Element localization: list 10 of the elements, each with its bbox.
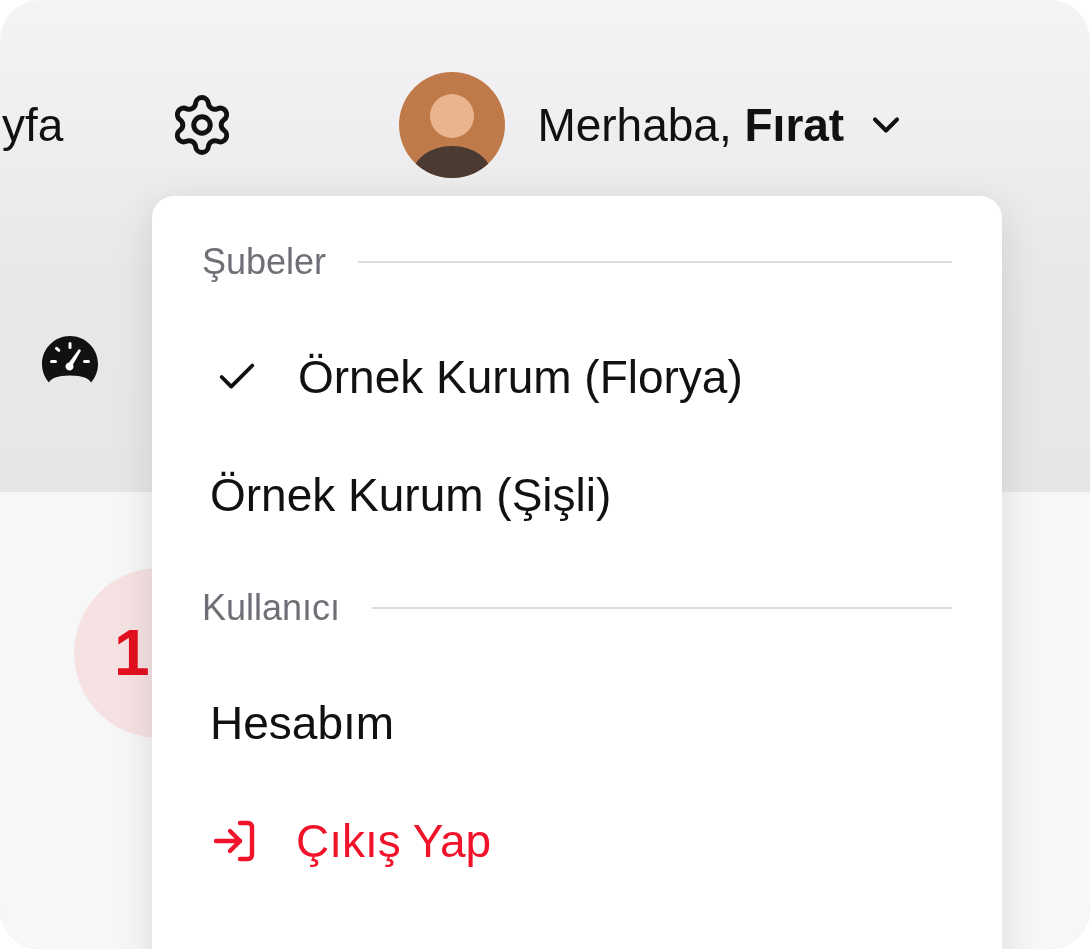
greeting-text[interactable]: Merhaba, Fırat xyxy=(537,98,845,152)
section-title: Kullanıcı xyxy=(202,587,341,629)
gauge-icon xyxy=(42,336,98,384)
logout-item[interactable]: Çıkış Yap xyxy=(202,782,952,900)
section-title: Şubeler xyxy=(202,241,327,283)
stat-value: 1 xyxy=(114,616,150,690)
menu-item[interactable]: Hesabım xyxy=(202,664,952,782)
branch-option[interactable]: Örnek Kurum (Şişli) xyxy=(202,436,952,554)
page-title: yfa xyxy=(2,98,64,152)
branch-option[interactable]: Örnek Kurum (Florya) xyxy=(202,318,952,436)
